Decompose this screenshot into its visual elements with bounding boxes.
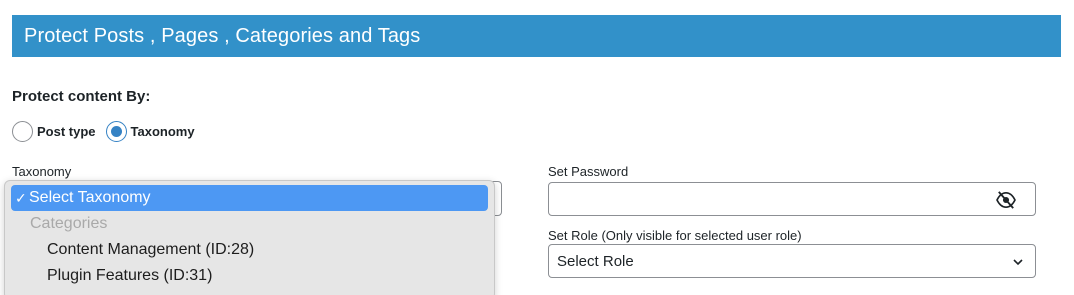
- taxonomy-radio-label: Taxonomy: [130, 124, 195, 139]
- password-input[interactable]: [548, 182, 1036, 216]
- role-select[interactable]: Select Role: [548, 244, 1036, 278]
- protect-by-radio-group: Post type Taxonomy: [12, 121, 205, 142]
- radio-option-post-type[interactable]: Post type: [12, 121, 96, 142]
- post-type-label: Post type: [37, 124, 96, 139]
- radio-option-taxonomy[interactable]: Taxonomy: [105, 121, 195, 142]
- section-header: Protect Posts , Pages , Categories and T…: [12, 15, 1061, 57]
- chevron-down-icon: [1013, 259, 1023, 266]
- taxonomy-label: Taxonomy: [12, 164, 72, 179]
- role-select-value: Select Role: [557, 252, 634, 270]
- dropdown-option-content-management[interactable]: Content Management (ID:28): [5, 237, 494, 263]
- dropdown-option-select-taxonomy[interactable]: ✓ Select Taxonomy: [11, 185, 488, 211]
- dropdown-option-plugin-features[interactable]: Plugin Features (ID:31): [5, 263, 494, 289]
- taxonomy-radio[interactable]: [105, 121, 127, 142]
- protect-by-label: Protect content By:: [12, 88, 151, 105]
- section-title: Protect Posts , Pages , Categories and T…: [24, 24, 421, 47]
- dropdown-group-categories: Categories: [30, 215, 108, 232]
- taxonomy-dropdown: ✓ Select Taxonomy Categories Content Man…: [4, 180, 495, 295]
- checkmark-icon: ✓: [15, 190, 27, 206]
- password-label: Set Password: [548, 164, 629, 179]
- dropdown-option-label: Select Taxonomy: [29, 189, 151, 206]
- post-type-radio[interactable]: [12, 121, 33, 142]
- role-label: Set Role (Only visible for selected user…: [548, 228, 802, 243]
- eye-slash-icon[interactable]: [995, 191, 1017, 209]
